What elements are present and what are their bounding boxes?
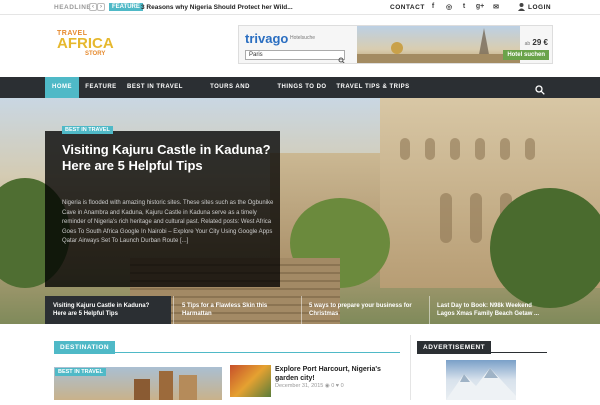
next-headline-button[interactable]: › (97, 3, 105, 11)
post-date: December 31, 2015 (275, 383, 324, 389)
post-likes: 0 (340, 383, 344, 389)
twitter-icon[interactable]: t (459, 3, 469, 13)
login-link[interactable]: LOGIN (528, 4, 551, 11)
slider-tab-1[interactable]: Visiting Kajuru Castle in Kaduna? Here a… (45, 296, 171, 324)
site-logo[interactable]: TRAVEL AFRICA STORY (57, 30, 121, 60)
hero-excerpt: Nigeria is flooded with amazing historic… (62, 200, 274, 244)
contact-link[interactable]: CONTACT (390, 4, 425, 11)
advertisement-image[interactable] (446, 360, 516, 400)
slider-tab-4[interactable]: Last Day to Book: N98k Weekend Lagos Xma… (429, 296, 555, 324)
nav-item-tours-and-packages[interactable]: TOURS AND PACKAGES (191, 77, 269, 111)
section-divider (417, 352, 547, 353)
slider-tab-3[interactable]: 5 ways to prepare your business for Chri… (301, 296, 427, 324)
main-nav: HOME FEATURE BEST IN TRAVEL TOURS AND PA… (0, 77, 600, 111)
ad-search-input[interactable]: Paris (245, 50, 345, 60)
nav-item-best-in-travel[interactable]: BEST IN TRAVEL (126, 77, 184, 98)
ticker-headline-link[interactable]: 3 Reasons why Nigeria Should Protect her… (141, 4, 293, 11)
ad-price-prefix: ab (524, 41, 531, 47)
headline-label: HEADLINE (54, 4, 92, 11)
google-plus-icon[interactable]: g+ (475, 3, 485, 13)
palm-tree-image (490, 188, 600, 308)
ad-brand: trivago (245, 31, 289, 46)
ad-subtitle: Hotelsuche (290, 35, 316, 41)
post-meta: December 31, 2015 ◉ 0 ♥ 0 (275, 383, 344, 389)
ticker-category-badge[interactable]: FEATURE (109, 3, 143, 11)
nav-item-home[interactable]: HOME (45, 77, 79, 98)
destination-card-category-badge[interactable]: BEST IN TRAVEL (55, 368, 106, 376)
nav-item-things-to-do[interactable]: THINGS TO DO (276, 77, 328, 98)
logo-text-africa: AFRICA (57, 35, 114, 52)
post-views: 0 (331, 383, 335, 389)
prev-headline-button[interactable]: ‹ (89, 3, 97, 11)
user-icon (516, 3, 526, 13)
instagram-icon[interactable]: ◎ (444, 3, 454, 13)
email-icon[interactable]: ✉ (491, 3, 501, 13)
hero-title[interactable]: Visiting Kajuru Castle in Kaduna? Here a… (62, 142, 272, 174)
post-title[interactable]: Explore Port Harcourt, Nigeria's garden … (275, 365, 400, 383)
likes-icon: ♥ (335, 383, 340, 389)
hero-category-badge[interactable]: BEST IN TRAVEL (62, 126, 113, 134)
nav-item-feature[interactable]: FEATURE (83, 77, 119, 98)
facebook-icon[interactable]: f (428, 3, 438, 13)
column-divider (410, 335, 411, 400)
ad-banner[interactable]: trivago Hotelsuche Paris ab 29 € Hotel s… (238, 25, 553, 64)
ad-price-value: 29 € (532, 38, 548, 47)
top-bar: HEADLINE ‹ › FEATURE 3 Reasons why Niger… (0, 0, 600, 15)
ad-search-icon[interactable] (338, 51, 345, 63)
ad-price: ab 29 € (525, 38, 548, 47)
slider-tab-2[interactable]: 5 Tips for a Flawless Skin this Harmatta… (174, 296, 300, 324)
search-icon[interactable] (535, 82, 545, 95)
ad-hotel-search-button[interactable]: Hotel suchen (503, 50, 549, 60)
section-divider (54, 352, 400, 353)
ad-city-image (357, 26, 520, 63)
slider-tabs: Visiting Kajuru Castle in Kaduna? Here a… (45, 296, 555, 324)
post-thumbnail[interactable] (230, 365, 271, 397)
nav-item-travel-tips-trips[interactable]: TRAVEL TIPS & TRIPS (335, 77, 411, 98)
views-icon: ◉ (324, 383, 330, 389)
logo-text-story: STORY (85, 51, 106, 57)
